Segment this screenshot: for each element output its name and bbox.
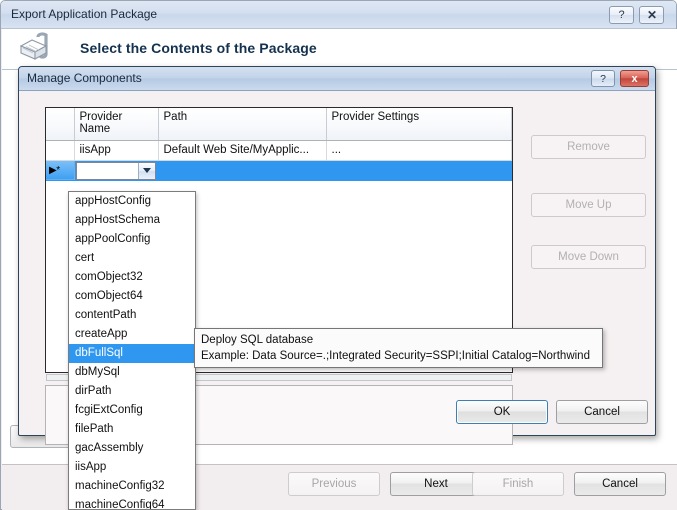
inner-dialog-title: Manage Components <box>27 71 142 85</box>
provider-name-dropdown[interactable]: appHostConfig appHostSchema appPoolConfig c… <box>68 191 196 510</box>
move-up-button[interactable]: Move Up <box>531 193 646 217</box>
cell-provider-settings[interactable]: ... <box>326 140 512 161</box>
dropdown-item[interactable]: cert <box>69 249 195 268</box>
new-row-indicator[interactable]: ▶* <box>46 160 75 181</box>
outer-window-title: Export Application Package <box>11 7 158 21</box>
dropdown-item[interactable]: dbFullSql <box>69 344 195 363</box>
dropdown-item[interactable]: contentPath <box>69 306 195 325</box>
table-row[interactable]: iisApp Default Web Site/MyApplic... ... <box>46 140 512 161</box>
remove-button[interactable]: Remove <box>531 135 646 159</box>
cell-provider-name[interactable]: iisApp <box>74 140 159 161</box>
dropdown-item[interactable]: dbMySql <box>69 363 195 382</box>
inner-close-icon[interactable]: x <box>620 70 649 87</box>
inner-help-glyph: ? <box>600 72 606 85</box>
column-header-selector[interactable] <box>46 108 75 141</box>
new-cell-path[interactable] <box>158 160 327 181</box>
tooltip-line-1: Deploy SQL database <box>201 334 314 346</box>
table-row-new[interactable]: ▶* <box>46 160 512 181</box>
help-icon[interactable]: ? <box>609 6 634 24</box>
column-header-provider-settings[interactable]: Provider Settings <box>326 108 512 141</box>
dropdown-item[interactable]: comObject64 <box>69 287 195 306</box>
finish-button[interactable]: Finish <box>472 472 564 496</box>
column-header-provider-name[interactable]: Provider Name <box>74 108 159 141</box>
chevron-down-glyph <box>142 168 151 173</box>
tooltip-line-2: Example: Data Source=.;Integrated Securi… <box>201 350 590 362</box>
provider-name-combobox-cell[interactable] <box>74 160 159 181</box>
dropdown-item[interactable]: machineConfig64 <box>69 496 195 509</box>
package-box-icon <box>19 32 48 60</box>
inner-help-icon[interactable]: ? <box>591 70 615 87</box>
column-header-path[interactable]: Path <box>158 108 327 141</box>
wizard-header-band: Select the Contents of the Package <box>2 29 677 70</box>
dropdown-item[interactable]: appHostSchema <box>69 211 195 230</box>
wizard-cancel-button[interactable]: Cancel <box>574 472 666 496</box>
dropdown-item[interactable]: filePath <box>69 420 195 439</box>
cell-path[interactable]: Default Web Site/MyApplic... <box>158 140 327 161</box>
page-title: Select the Contents of the Package <box>80 40 317 56</box>
close-glyph: ✕ <box>646 8 657 22</box>
outer-titlebar[interactable]: Export Application Package ? ✕ <box>1 1 676 29</box>
new-cell-provider-settings[interactable] <box>326 160 512 181</box>
help-glyph: ? <box>618 8 625 21</box>
next-button[interactable]: Next <box>390 472 482 496</box>
dropdown-item[interactable]: machineConfig32 <box>69 477 195 496</box>
inner-titlebar[interactable]: Manage Components ? x <box>19 67 655 91</box>
dropdown-item[interactable]: appPoolConfig <box>69 230 195 249</box>
table-body: iisApp Default Web Site/MyApplic... ... … <box>46 140 512 181</box>
dropdown-item[interactable]: fcgiExtConfig <box>69 401 195 420</box>
dropdown-item[interactable]: dirPath <box>69 382 195 401</box>
dropdown-item[interactable]: comObject32 <box>69 268 195 287</box>
previous-button[interactable]: Previous <box>288 472 380 496</box>
table-header: Provider Name Path Provider Settings <box>46 108 512 141</box>
provider-tooltip: Deploy SQL database Example: Data Source… <box>194 328 603 368</box>
dropdown-item[interactable]: createApp <box>69 325 195 344</box>
dropdown-item[interactable]: appHostConfig <box>69 192 195 211</box>
table-header-row: Provider Name Path Provider Settings <box>46 108 512 141</box>
chevron-down-icon[interactable] <box>137 162 155 179</box>
dropdown-item[interactable]: iisApp <box>69 458 195 477</box>
inner-close-glyph: x <box>631 72 638 85</box>
close-icon[interactable]: ✕ <box>639 6 664 24</box>
move-down-button[interactable]: Move Down <box>531 245 646 269</box>
provider-name-combobox[interactable] <box>75 161 156 179</box>
row-selector-cell[interactable] <box>46 140 75 161</box>
dropdown-item[interactable]: gacAssembly <box>69 439 195 458</box>
dialog-cancel-button[interactable]: Cancel <box>556 400 648 424</box>
components-table: Provider Name Path Provider Settings iis… <box>46 108 512 181</box>
ok-button[interactable]: OK <box>456 400 548 424</box>
